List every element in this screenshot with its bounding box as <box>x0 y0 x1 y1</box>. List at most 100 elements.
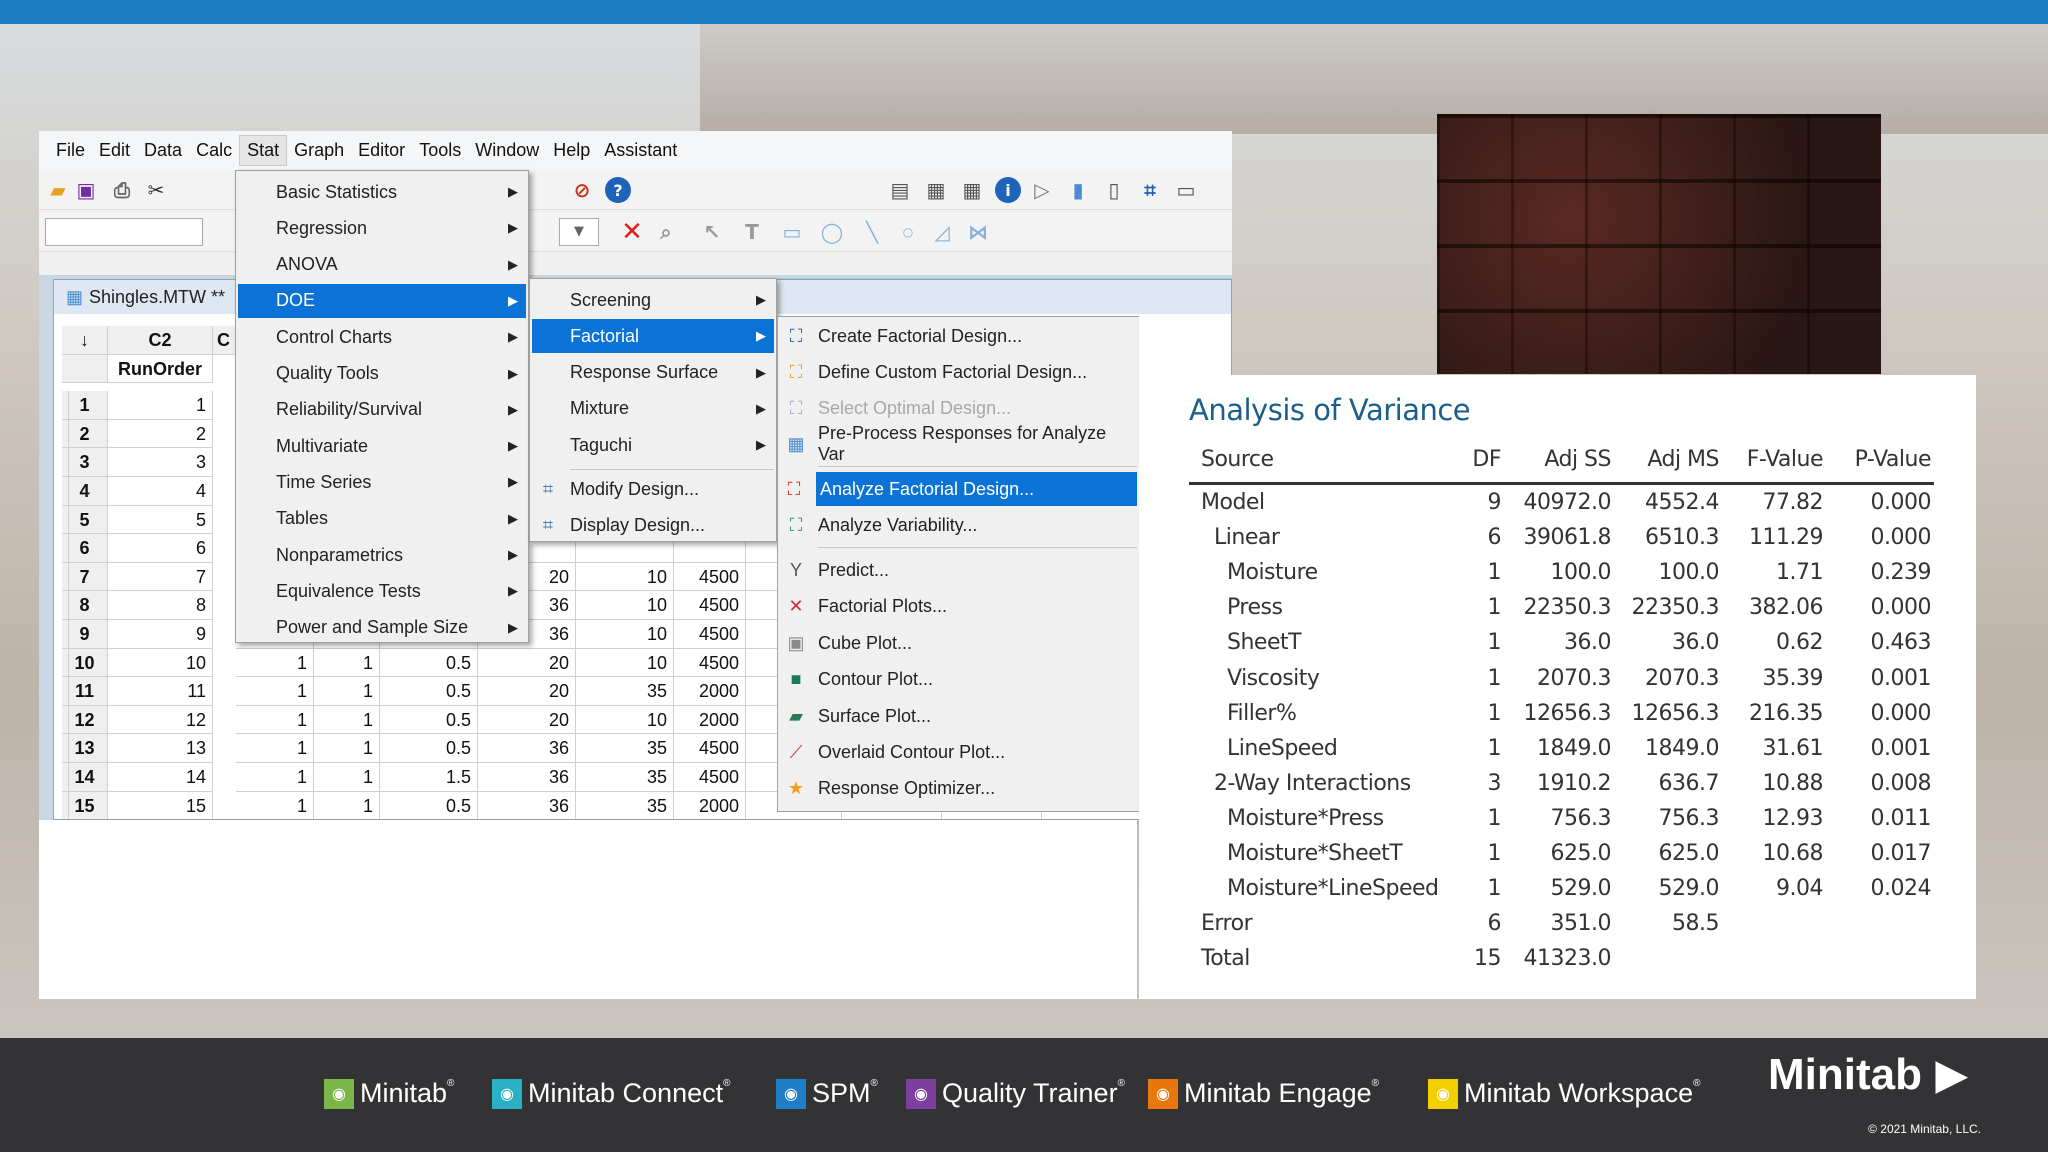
marker-tool-icon[interactable]: ○ <box>895 219 921 245</box>
menu-file[interactable]: File <box>49 136 92 165</box>
table-cell[interactable] <box>62 562 69 592</box>
table-cell[interactable] <box>62 505 69 535</box>
table-cell[interactable]: 2000 <box>674 791 746 819</box>
report-icon[interactable]: ▭ <box>1173 177 1199 203</box>
table-cell[interactable] <box>62 448 69 477</box>
help-icon[interactable]: ? <box>605 177 631 203</box>
table-cell[interactable]: 1 <box>236 734 314 763</box>
table-cell[interactable]: 12 <box>108 705 213 735</box>
zoom-icon[interactable]: ⌕ <box>653 219 679 245</box>
table-cell[interactable]: 1 <box>236 648 314 678</box>
menu-item-define-custom-factorial-design[interactable]: ⛶ Define Custom Factorial Design... <box>780 355 1137 389</box>
menu-help[interactable]: Help <box>546 136 597 165</box>
table-cell[interactable]: 1 <box>314 763 380 792</box>
menu-tools[interactable]: Tools <box>412 136 468 165</box>
product-minitab[interactable]: ◉ Minitab ® <box>324 1078 454 1109</box>
table-cell[interactable]: 1 <box>108 391 213 420</box>
menu-data[interactable]: Data <box>137 136 189 165</box>
open-icon[interactable]: ▰ <box>45 177 71 203</box>
product-minitab-engage[interactable]: ◉ Minitab Engage ® <box>1148 1078 1379 1109</box>
table-cell[interactable]: 35 <box>576 677 674 706</box>
table-cell[interactable] <box>62 791 69 819</box>
table-cell[interactable]: 4500 <box>674 763 746 792</box>
table-cell[interactable]: 10 <box>576 705 674 735</box>
menu-item-create-factorial-design[interactable]: ⛶ Create Factorial Design... <box>780 319 1137 353</box>
menu-graph[interactable]: Graph <box>287 136 351 165</box>
menu-item-basic-statistics[interactable]: Basic Statistics ▶ <box>238 175 526 209</box>
line-tool-icon[interactable]: ╲ <box>859 219 885 245</box>
table-cell[interactable]: 7 <box>108 562 213 592</box>
table-cell[interactable]: 0.5 <box>380 677 478 706</box>
table-cell[interactable] <box>62 534 69 563</box>
table-cell[interactable]: 1 <box>236 705 314 735</box>
column-header-c3[interactable]: C <box>213 326 236 355</box>
table-cell[interactable]: 10 <box>108 648 213 678</box>
table-cell[interactable]: 4500 <box>674 648 746 678</box>
table-cell[interactable]: 9 <box>108 620 213 649</box>
menu-item-response-optimizer[interactable]: ★ Response Optimizer... <box>780 771 1137 805</box>
grid-corner[interactable]: ↓ <box>62 326 108 355</box>
table-cell[interactable] <box>62 705 69 735</box>
menu-item-response-surface[interactable]: Response Surface ▶ <box>532 356 774 390</box>
table-cell[interactable]: 2000 <box>674 677 746 706</box>
table-cell[interactable]: 6 <box>108 534 213 563</box>
table-cell[interactable]: 14 <box>108 763 213 792</box>
table-cell[interactable]: 1 <box>314 791 380 819</box>
table-cell[interactable]: 36 <box>478 734 576 763</box>
table-cell[interactable] <box>62 591 69 620</box>
menu-edit[interactable]: Edit <box>92 136 137 165</box>
table-cell[interactable]: 20 <box>478 648 576 678</box>
table-cell[interactable]: 35 <box>576 763 674 792</box>
table-cell[interactable]: 1 <box>236 763 314 792</box>
menu-item-cube-plot[interactable]: ▣ Cube Plot... <box>780 626 1137 660</box>
table-cell[interactable]: 4 <box>108 477 213 506</box>
menu-item-screening[interactable]: Screening ▶ <box>532 283 774 317</box>
table-cell[interactable]: 35 <box>576 791 674 819</box>
menu-item-analyze-variability[interactable]: ⛶ Analyze Variability... <box>780 508 1137 542</box>
polyline-tool-icon[interactable]: ◿ <box>929 219 955 245</box>
menu-assistant[interactable]: Assistant <box>597 136 684 165</box>
table-cell[interactable]: 20 <box>478 705 576 735</box>
column-name-c2[interactable]: RunOrder <box>108 354 213 384</box>
table-cell[interactable]: 1.5 <box>380 763 478 792</box>
table-cell[interactable]: 0.5 <box>380 734 478 763</box>
table-cell[interactable]: 4500 <box>674 562 746 592</box>
table-cell[interactable]: 15 <box>108 791 213 819</box>
menu-item-contour-plot[interactable]: ■ Contour Plot... <box>780 662 1137 696</box>
menu-item-multivariate[interactable]: Multivariate ▶ <box>238 429 526 463</box>
layout-icon[interactable]: ⌗ <box>1137 177 1163 203</box>
table-cell[interactable]: 0.5 <box>380 648 478 678</box>
chevron-down-icon[interactable]: ▼ <box>559 218 599 246</box>
table-cell[interactable]: 4500 <box>674 591 746 620</box>
menu-item-regression[interactable]: Regression ▶ <box>238 211 526 245</box>
graph-worksheet-icon[interactable]: ▦ <box>959 177 985 203</box>
table-cell[interactable] <box>62 734 69 763</box>
command-line-icon[interactable]: ▷ <box>1029 177 1055 203</box>
table-cell[interactable]: 10 <box>576 648 674 678</box>
menu-item-factorial-plots[interactable]: ✕ Factorial Plots... <box>780 589 1137 623</box>
worksheet-icon[interactable]: ▦ <box>923 177 949 203</box>
product-spm[interactable]: ◉ SPM ® <box>776 1078 878 1109</box>
table-cell[interactable] <box>62 677 69 706</box>
cut-icon[interactable]: ✂ <box>143 177 169 203</box>
menu-item-display-design-[interactable]: ⌗ Display Design... <box>532 508 774 542</box>
menu-item-predict[interactable]: Y Predict... <box>780 553 1137 587</box>
table-cell[interactable]: 4500 <box>674 734 746 763</box>
table-cell[interactable]: 13 <box>108 734 213 763</box>
delete-icon[interactable]: ✕ <box>619 217 645 247</box>
print-icon[interactable]: ⎙ <box>109 177 135 203</box>
table-cell[interactable]: 2000 <box>674 705 746 735</box>
table-cell[interactable] <box>62 763 69 792</box>
table-cell[interactable]: 1 <box>314 648 380 678</box>
menu-item-modify-design-[interactable]: ⌗ Modify Design... <box>532 472 774 506</box>
table-cell[interactable]: 0.5 <box>380 705 478 735</box>
table-cell[interactable]: 1 <box>314 734 380 763</box>
table-cell[interactable]: 4500 <box>674 620 746 649</box>
menu-item-control-charts[interactable]: Control Charts ▶ <box>238 320 526 354</box>
menu-calc[interactable]: Calc <box>189 136 239 165</box>
table-cell[interactable] <box>62 620 69 649</box>
project-manager-icon[interactable]: ▮ <box>1065 177 1091 203</box>
menu-item-analyze-factorial-design[interactable]: ⛶ Analyze Factorial Design... <box>788 472 1137 506</box>
menu-stat[interactable]: Stat <box>239 135 288 166</box>
menu-item-surface-plot[interactable]: ▰ Surface Plot... <box>780 699 1137 733</box>
